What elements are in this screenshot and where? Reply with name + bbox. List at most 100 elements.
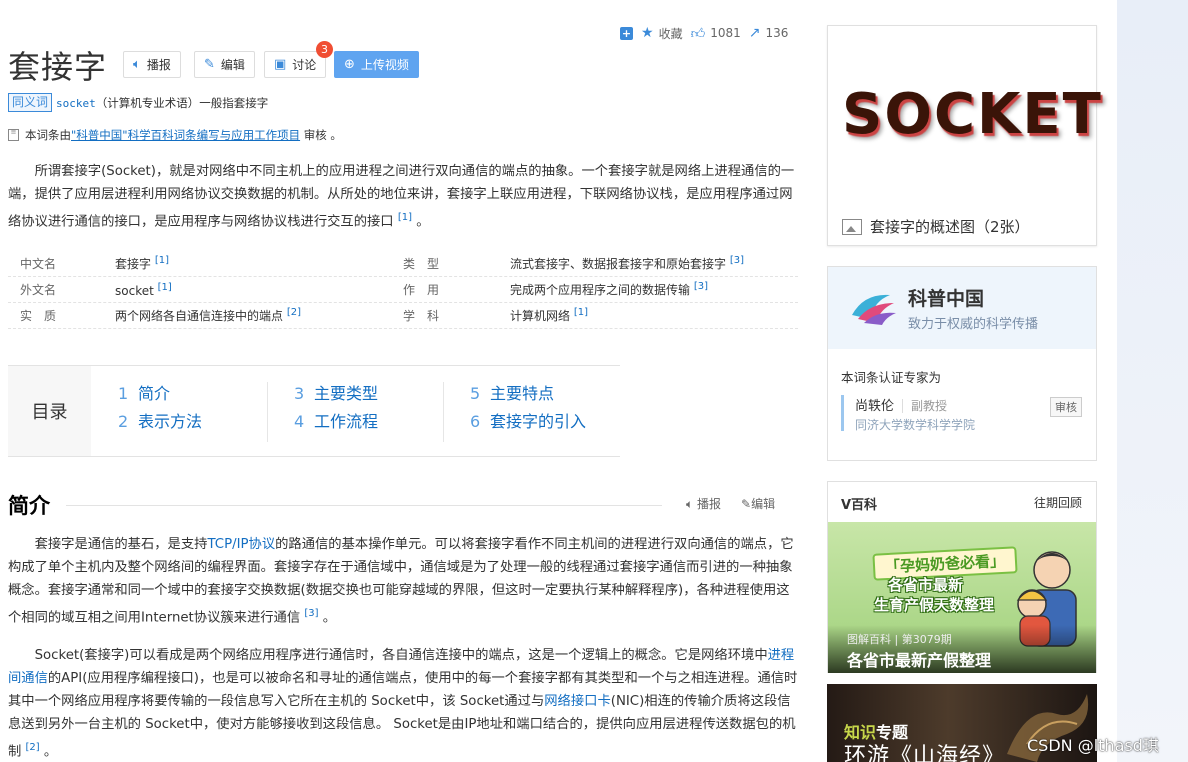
expert-title: 副教授 bbox=[902, 399, 948, 413]
text: 。 bbox=[39, 744, 58, 760]
info-value: 两个网络各自通信连接中的端点 [2] bbox=[115, 307, 403, 324]
info-row: 实 质 两个网络各自通信连接中的端点 [2] 学 科 计算机网络 [1] bbox=[8, 303, 798, 329]
pencil-icon: ✎ bbox=[741, 497, 752, 511]
upload-video-button[interactable]: ⊕ 上传视频 bbox=[334, 51, 419, 78]
vbaike-caption: 各省市最新产假整理 bbox=[847, 651, 992, 670]
toc-label-text: 工作流程 bbox=[314, 412, 379, 431]
discuss-label: 讨论 bbox=[292, 58, 317, 72]
info-value-text: 套接字 bbox=[115, 257, 152, 271]
info-key: 外文名 bbox=[20, 283, 57, 297]
pencil-icon: ✎ bbox=[204, 57, 215, 72]
text: Socket(套接字)可以看成是两个网络应用程序进行通信时，各自通信连接中的端点… bbox=[34, 648, 768, 663]
kepu-header[interactable]: 科普中国 致力于权威的科学传播 bbox=[828, 267, 1096, 349]
share-button[interactable]: ↗ 136 bbox=[749, 25, 789, 41]
expert-name-text: 尚轶伦 bbox=[855, 399, 895, 414]
vbaike-more-link[interactable]: 往期回顾 bbox=[1034, 494, 1082, 511]
section-play-button[interactable]: 🔈︎ 播报 bbox=[686, 495, 721, 512]
basic-info-table: 中文名 套接字 [1] 类 型 流式套接字、数据报套接字和原始套接字 [3] 外… bbox=[8, 251, 798, 329]
add-button[interactable]: + bbox=[620, 26, 633, 40]
watermark: CSDN @lthasd琪 bbox=[1027, 736, 1159, 755]
info-value-text: 流式套接字、数据报套接字和原始套接字 bbox=[510, 257, 727, 271]
toc-item[interactable]: 1 简介 bbox=[118, 380, 288, 408]
text: 。 bbox=[318, 610, 337, 626]
synonym-link[interactable]: socket bbox=[56, 97, 96, 110]
cert-label: 本词条认证专家为 bbox=[841, 370, 942, 385]
body-paragraph: 套接字是通信的基石，是支持TCP/IP协议的路通信的基本操作单元。可以将套接字看… bbox=[8, 533, 798, 629]
ref-link[interactable]: [3] bbox=[304, 608, 318, 619]
edit-label: 编辑 bbox=[220, 58, 245, 72]
info-value: 流式套接字、数据报套接字和原始套接字 [3] bbox=[510, 255, 798, 272]
info-value-text: socket bbox=[115, 283, 154, 298]
ref-link[interactable]: [1] bbox=[574, 307, 588, 318]
section-edit-button[interactable]: ✎编辑 bbox=[741, 495, 775, 512]
ref-link[interactable]: [3] bbox=[730, 255, 744, 266]
info-value-text: 完成两个应用程序之间的数据传输 bbox=[510, 283, 691, 297]
thumbs-up-icon: 👍︎ bbox=[690, 25, 706, 42]
collect-label: 收藏 bbox=[658, 26, 683, 41]
info-value-text: 计算机网络 bbox=[510, 309, 571, 323]
synonym-tag[interactable]: 同义词 bbox=[8, 93, 53, 112]
toc-item[interactable]: 3 主要类型 bbox=[294, 380, 464, 408]
toc-column: 1 简介 2 表示方法 bbox=[118, 380, 288, 436]
tcpip-link[interactable]: TCP/IP协议 bbox=[207, 537, 275, 552]
top-action-bar: + ★ 收藏 👍︎ 1081 ↗ 136 bbox=[620, 22, 820, 44]
table-of-contents: 目录 1 简介 2 表示方法 3 主要类型 4 工作流程 5 主要特点 6 套接字的引入 bbox=[8, 365, 620, 457]
page-title: 套接字 bbox=[8, 48, 108, 86]
kepu-card: 科普中国 致力于权威的科学传播 本词条认证专家为 尚轶伦 副教授 同济大学数学科学… bbox=[827, 266, 1097, 461]
toc-item[interactable]: 2 表示方法 bbox=[118, 408, 288, 436]
ref-link[interactable]: [1] bbox=[398, 212, 412, 223]
toc-item[interactable]: 5 主要特点 bbox=[470, 380, 640, 408]
vbaike-image[interactable]: 「孕妈奶爸必看」 各省市最新 生育产假天数整理 图解百科 | 第3079期 各省… bbox=[828, 522, 1096, 673]
comment-icon: ▣ bbox=[274, 57, 287, 72]
like-button[interactable]: 👍︎ 1081 bbox=[691, 25, 741, 42]
ref-link[interactable]: [2] bbox=[26, 742, 40, 753]
summary-image-card[interactable]: SOCKET 套接字的概述图（2张） bbox=[827, 25, 1101, 246]
info-value-text: 两个网络各自通信连接中的端点 bbox=[115, 309, 284, 323]
plus-circle-icon: ⊕ bbox=[344, 57, 355, 72]
section-title: 简介 bbox=[8, 494, 50, 518]
intro-paragraph: 所谓套接字(Socket)，就是对网络中不同主机上的应用进程之间进行双向通信的端… bbox=[8, 160, 798, 233]
socket-image: SOCKET bbox=[842, 82, 1103, 147]
speaker-icon: 🔈︎ bbox=[686, 497, 694, 511]
toc-label-text: 表示方法 bbox=[138, 412, 203, 431]
info-key: 学 科 bbox=[403, 309, 440, 323]
play-button[interactable]: 🔈︎ 播报 bbox=[123, 51, 181, 78]
ref-link[interactable]: [1] bbox=[155, 255, 169, 266]
ref-link[interactable]: [3] bbox=[694, 281, 708, 292]
expert-bar bbox=[841, 395, 844, 431]
info-key: 中文名 bbox=[20, 257, 57, 271]
review-link[interactable]: "科普中国"科学百科词条编写与应用工作项目 bbox=[71, 128, 300, 142]
image-icon bbox=[842, 218, 862, 235]
body-paragraph: Socket(套接字)可以看成是两个网络应用程序进行通信时，各自通信连接中的端点… bbox=[8, 644, 798, 762]
section-play-label: 播报 bbox=[697, 497, 722, 511]
toc-item[interactable]: 4 工作流程 bbox=[294, 408, 464, 436]
collect-button[interactable]: ★ 收藏 bbox=[641, 25, 683, 42]
synonym-desc: （计算机专业术语）一般指套接字 bbox=[95, 96, 269, 110]
review-prefix: 本词条由 bbox=[25, 128, 71, 142]
toc-divider bbox=[443, 382, 444, 442]
upload-label: 上传视频 bbox=[360, 58, 409, 72]
ref-link[interactable]: [2] bbox=[287, 307, 301, 318]
review-notice: ≡ 本词条由"科普中国"科学百科词条编写与应用工作项目 审核 。 bbox=[8, 127, 342, 143]
info-row: 外文名 socket [1] 作 用 完成两个应用程序之间的数据传输 [3] bbox=[8, 277, 798, 303]
review-suffix: 审核 。 bbox=[300, 128, 342, 142]
discuss-button[interactable]: ▣ 讨论 bbox=[264, 51, 327, 78]
page-edge bbox=[1117, 0, 1188, 762]
edit-button[interactable]: ✎ 编辑 bbox=[194, 51, 255, 78]
image-caption-text: 套接字的概述图（2张） bbox=[870, 218, 1030, 236]
toc-item[interactable]: 6 套接字的引入 bbox=[470, 408, 640, 436]
toc-number: 4 bbox=[294, 412, 305, 431]
vbaike-issue: 图解百科 | 第3079期 bbox=[847, 633, 952, 646]
share-icon: ↗ bbox=[748, 25, 761, 41]
toc-label-text: 主要类型 bbox=[314, 384, 379, 403]
toc-column: 5 主要特点 6 套接字的引入 bbox=[470, 380, 640, 436]
banner-text: 生育产假天数整理 bbox=[874, 596, 995, 614]
ref-link[interactable]: [1] bbox=[158, 282, 172, 293]
toc-number: 3 bbox=[294, 384, 305, 403]
nic-link[interactable]: 网络接口卡 bbox=[544, 694, 610, 709]
share-count: 136 bbox=[765, 26, 789, 40]
intro-tail: 。 bbox=[412, 214, 430, 230]
play-label: 播报 bbox=[146, 58, 171, 72]
toc-number: 2 bbox=[118, 412, 129, 431]
plus-icon: + bbox=[620, 26, 633, 40]
